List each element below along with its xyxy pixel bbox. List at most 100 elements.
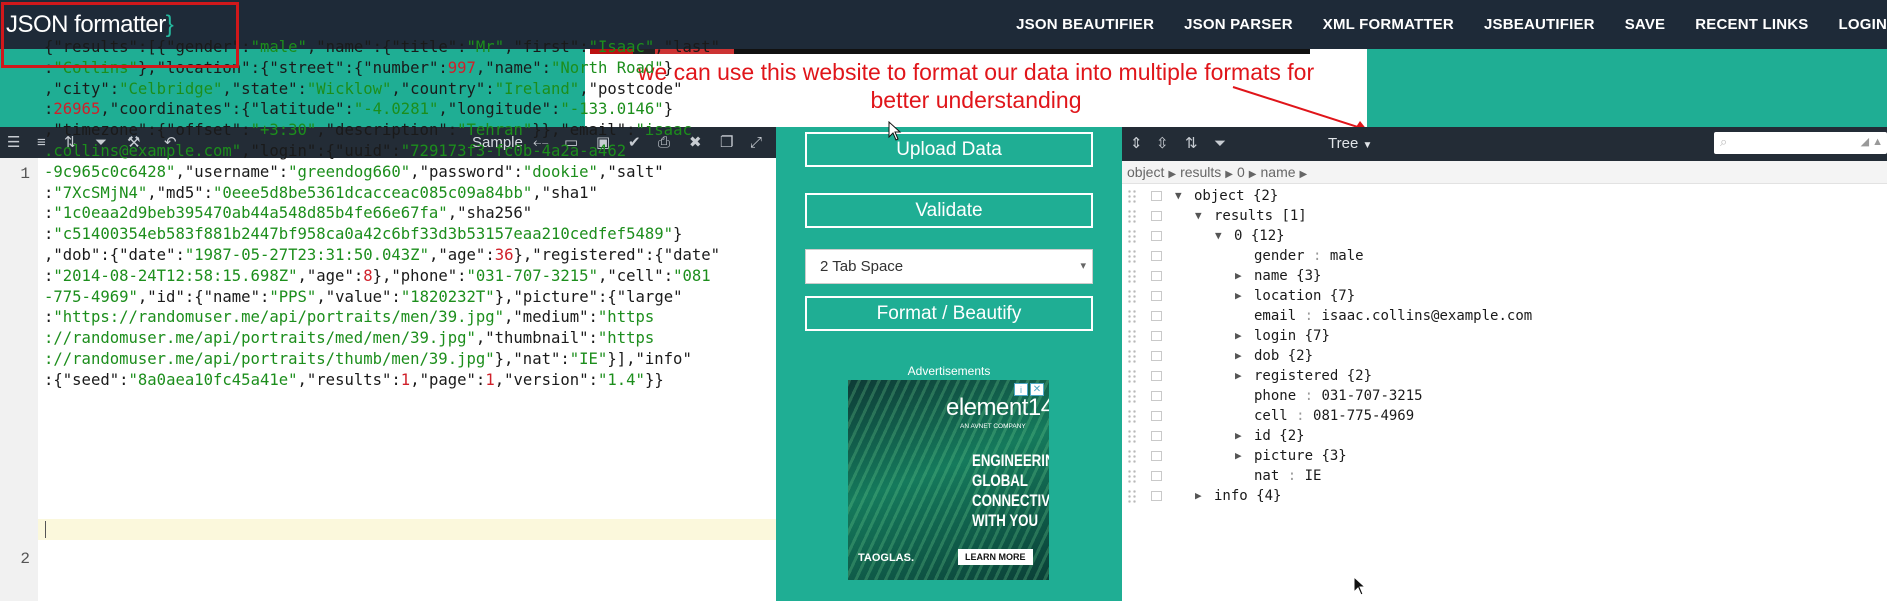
row-menu-icon[interactable] bbox=[1151, 351, 1162, 361]
drag-handle-icon[interactable] bbox=[1127, 369, 1137, 383]
row-menu-icon[interactable] bbox=[1151, 211, 1162, 221]
drag-handle-icon[interactable] bbox=[1127, 429, 1137, 443]
row-menu-icon[interactable] bbox=[1151, 391, 1162, 401]
drag-handle-icon[interactable] bbox=[1127, 489, 1137, 503]
ad-close-icon[interactable]: ✕ bbox=[1030, 383, 1044, 396]
validate-button[interactable]: Validate bbox=[805, 193, 1093, 228]
tree-separator: : bbox=[1304, 248, 1330, 264]
tree-value[interactable]: IE bbox=[1305, 468, 1322, 484]
expand-all-icon[interactable]: ⇕ bbox=[1130, 135, 1143, 152]
collapsed-caret-icon[interactable]: ▶ bbox=[1235, 286, 1242, 306]
json-key: "info" bbox=[635, 349, 692, 368]
breadcrumb-item[interactable]: name bbox=[1261, 164, 1296, 180]
tab-space-value: 2 Tab Space bbox=[820, 258, 904, 275]
tree-row[interactable]: ▼ results [1] bbox=[1122, 206, 1887, 226]
expanded-caret-icon[interactable]: ▼ bbox=[1195, 206, 1202, 226]
expanded-caret-icon[interactable]: ▼ bbox=[1215, 226, 1222, 246]
tree-row[interactable]: ▼ object {2} bbox=[1122, 186, 1887, 206]
drag-handle-icon[interactable] bbox=[1127, 229, 1137, 243]
row-menu-icon[interactable] bbox=[1151, 331, 1162, 341]
drag-handle-icon[interactable] bbox=[1127, 449, 1137, 463]
json-punct: :{ bbox=[147, 121, 167, 140]
tree-row[interactable]: ▼ 0 {12} bbox=[1122, 226, 1887, 246]
fullscreen-icon[interactable]: ⤢ bbox=[750, 134, 762, 151]
ad-learn-more-button[interactable]: LEARN MORE bbox=[958, 549, 1033, 565]
expanded-caret-icon[interactable]: ▼ bbox=[1175, 186, 1182, 206]
tree-row[interactable]: phone : 031-707-3215 bbox=[1122, 386, 1887, 406]
tree-value[interactable]: male bbox=[1330, 248, 1364, 264]
collapsed-caret-icon[interactable]: ▶ bbox=[1235, 346, 1242, 366]
drag-handle-icon[interactable] bbox=[1127, 189, 1137, 203]
view-mode-select[interactable]: Tree ▼ bbox=[1328, 135, 1372, 152]
collapsed-caret-icon[interactable]: ▶ bbox=[1235, 366, 1242, 386]
tree-row[interactable]: ▶ dob {2} bbox=[1122, 346, 1887, 366]
tree-row[interactable]: ▶ location {7} bbox=[1122, 286, 1887, 306]
row-menu-icon[interactable] bbox=[1151, 411, 1162, 421]
row-menu-icon[interactable] bbox=[1151, 471, 1162, 481]
tree-value[interactable]: 031-707-3215 bbox=[1321, 388, 1422, 404]
ad-info-icon[interactable]: i bbox=[1014, 383, 1028, 396]
collapsed-caret-icon[interactable]: ▶ bbox=[1235, 446, 1242, 466]
json-code[interactable]: {"results":[{"gender":"male","name":{"ti… bbox=[44, 37, 720, 391]
row-menu-icon[interactable] bbox=[1151, 431, 1162, 441]
drag-handle-icon[interactable] bbox=[1127, 209, 1137, 223]
nav-save[interactable]: SAVE bbox=[1625, 16, 1666, 33]
collapsed-caret-icon[interactable]: ▶ bbox=[1235, 266, 1242, 286]
format-beautify-button[interactable]: Format / Beautify bbox=[805, 296, 1093, 331]
nav-xml-formatter[interactable]: XML FORMATTER bbox=[1323, 16, 1454, 33]
row-menu-icon[interactable] bbox=[1151, 231, 1162, 241]
drag-handle-icon[interactable] bbox=[1127, 269, 1137, 283]
upload-data-button[interactable]: Upload Data bbox=[805, 132, 1093, 167]
tree-row[interactable]: cell : 081-775-4969 bbox=[1122, 406, 1887, 426]
tab-space-select[interactable]: 2 Tab Space ▾ bbox=[805, 249, 1093, 284]
drag-handle-icon[interactable] bbox=[1127, 409, 1137, 423]
tree-row[interactable]: email : isaac.collins@example.com bbox=[1122, 306, 1887, 326]
row-menu-icon[interactable] bbox=[1151, 371, 1162, 381]
advertisement[interactable]: element14 AN AVNET COMPANY ENGINEERING G… bbox=[848, 380, 1049, 580]
sort-icon[interactable]: ⇅ bbox=[1185, 135, 1198, 152]
drag-handle-icon[interactable] bbox=[1127, 329, 1137, 343]
row-menu-icon[interactable] bbox=[1151, 191, 1162, 201]
copy-icon[interactable]: ❐ bbox=[720, 134, 733, 151]
row-menu-icon[interactable] bbox=[1151, 311, 1162, 321]
tree-row[interactable]: ▶ name {3} bbox=[1122, 266, 1887, 286]
row-menu-icon[interactable] bbox=[1151, 251, 1162, 261]
tree-count: {12} bbox=[1242, 228, 1285, 244]
tree-row[interactable]: ▶ id {2} bbox=[1122, 426, 1887, 446]
drag-handle-icon[interactable] bbox=[1127, 389, 1137, 403]
breadcrumb-item[interactable]: object bbox=[1127, 164, 1164, 180]
tree-row[interactable]: ▶ registered {2} bbox=[1122, 366, 1887, 386]
drag-handle-icon[interactable] bbox=[1127, 249, 1137, 263]
row-menu-icon[interactable] bbox=[1151, 291, 1162, 301]
tree-value[interactable]: 081-775-4969 bbox=[1313, 408, 1414, 424]
drag-handle-icon[interactable] bbox=[1127, 349, 1137, 363]
nav-json-parser[interactable]: JSON PARSER bbox=[1184, 16, 1293, 33]
search-options-icon[interactable]: ◢ ▲ bbox=[1861, 135, 1883, 148]
row-menu-icon[interactable] bbox=[1151, 271, 1162, 281]
indent-icon[interactable]: ☰ bbox=[7, 134, 20, 151]
collapsed-caret-icon[interactable]: ▶ bbox=[1195, 486, 1202, 506]
row-menu-icon[interactable] bbox=[1151, 491, 1162, 501]
nav-login[interactable]: LOGIN bbox=[1839, 16, 1887, 33]
breadcrumb-item[interactable]: results bbox=[1180, 164, 1221, 180]
tree-row[interactable]: nat : IE bbox=[1122, 466, 1887, 486]
tree-row[interactable]: gender : male bbox=[1122, 246, 1887, 266]
filter-icon[interactable]: ⏷ bbox=[1214, 135, 1226, 152]
nav-json-beautifier[interactable]: JSON BEAUTIFIER bbox=[1016, 16, 1154, 33]
tree-value[interactable]: isaac.collins@example.com bbox=[1321, 308, 1532, 324]
tree-row[interactable]: ▶ info {4} bbox=[1122, 486, 1887, 506]
drag-handle-icon[interactable] bbox=[1127, 289, 1137, 303]
nav-recent-links[interactable]: RECENT LINKS bbox=[1695, 16, 1808, 33]
tree-count: {4} bbox=[1247, 488, 1282, 504]
collapsed-caret-icon[interactable]: ▶ bbox=[1235, 326, 1242, 346]
drag-handle-icon[interactable] bbox=[1127, 309, 1137, 323]
row-menu-icon[interactable] bbox=[1151, 451, 1162, 461]
breadcrumb-item[interactable]: 0 bbox=[1237, 164, 1245, 180]
nav-jsbeautifier[interactable]: JSBEAUTIFIER bbox=[1484, 16, 1595, 33]
collapse-all-icon[interactable]: ⇳ bbox=[1156, 135, 1169, 152]
tree-row[interactable]: ▶ picture {3} bbox=[1122, 446, 1887, 466]
tree-search-input[interactable]: ⌕ ◢ ▲ bbox=[1714, 132, 1887, 154]
tree-row[interactable]: ▶ login {7} bbox=[1122, 326, 1887, 346]
drag-handle-icon[interactable] bbox=[1127, 469, 1137, 483]
collapsed-caret-icon[interactable]: ▶ bbox=[1235, 426, 1242, 446]
